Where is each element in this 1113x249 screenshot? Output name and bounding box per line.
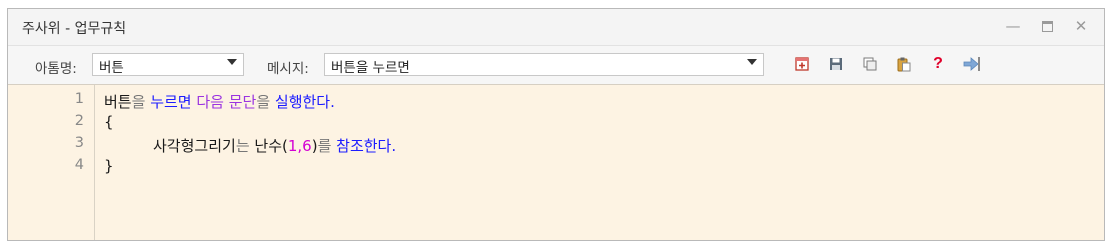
code-token: 실행한다.	[274, 93, 335, 111]
code-line: 버튼을 누르면 다음 문단을 실행한다.	[104, 91, 335, 112]
save-icon	[830, 58, 842, 70]
help-icon: ?	[933, 55, 943, 72]
line-number: 4	[74, 157, 84, 173]
script-editor[interactable]: 1 2 3 4 버튼을 누르면 다음 문단을 실행한다. { 사각형그리기는 난…	[8, 84, 1104, 240]
copy-button[interactable]	[860, 54, 880, 74]
atom-name-select[interactable]: 버튼	[92, 53, 244, 76]
code-token: 참조한다.	[336, 137, 397, 155]
minimize-icon: —	[1005, 17, 1021, 35]
toolbar: 아톰명: 버튼 메시지: 버튼을 누르면 ?	[8, 45, 1104, 84]
copy-icon	[863, 57, 877, 71]
line-number-gutter: 1 2 3 4	[8, 85, 95, 240]
message-select[interactable]: 버튼을 누르면	[324, 53, 764, 76]
maximize-button[interactable]	[1032, 13, 1062, 39]
line-number: 2	[74, 113, 84, 129]
paste-button[interactable]	[894, 54, 914, 74]
paste-icon	[897, 57, 911, 72]
chevron-down-icon	[227, 59, 237, 65]
chevron-down-icon	[747, 59, 757, 65]
message-value: 버튼을 누르면	[331, 60, 410, 76]
close-icon: ✕	[1074, 17, 1088, 35]
line-number: 3	[74, 135, 84, 151]
code-token: 사각형그리기	[153, 137, 236, 155]
code-token: 난수(	[254, 137, 288, 155]
code-token: 는	[235, 137, 255, 155]
code-line: }	[104, 157, 114, 175]
code-token: {	[104, 113, 114, 131]
help-button[interactable]: ?	[928, 54, 948, 74]
export-button[interactable]	[962, 54, 982, 74]
code-line: {	[104, 113, 114, 131]
close-button[interactable]: ✕	[1066, 13, 1096, 39]
title-bar[interactable]: 주사위 - 업무규칙 — ✕	[8, 9, 1104, 45]
line-number: 1	[74, 91, 84, 107]
minimize-button[interactable]: —	[998, 13, 1028, 39]
export-icon	[963, 57, 980, 71]
code-token: 를	[317, 137, 337, 155]
rules-window: 주사위 - 업무규칙 — ✕ 아톰명: 버튼 메시지: 버튼을 누르면 ? 1 …	[7, 8, 1105, 241]
message-label: 메시지:	[267, 61, 309, 77]
code-token: 을	[256, 93, 275, 111]
add-button[interactable]	[792, 54, 812, 74]
code-token: 을	[131, 93, 151, 111]
code-token: 버튼	[104, 93, 132, 111]
maximize-icon	[1041, 20, 1053, 32]
code-token: 누르면	[150, 93, 197, 111]
save-button[interactable]	[826, 54, 846, 74]
code-token: 1,6	[287, 137, 312, 155]
window-controls: — ✕	[998, 13, 1096, 39]
code-line: 사각형그리기는 난수(1,6)를 참조한다.	[153, 135, 396, 156]
atom-name-label: 아톰명:	[35, 61, 77, 77]
add-icon	[795, 57, 809, 71]
code-token: 다음 문단	[196, 93, 257, 111]
code-token: }	[104, 157, 114, 175]
atom-name-value: 버튼	[99, 60, 124, 76]
window-title: 주사위 - 업무규칙	[22, 21, 127, 37]
